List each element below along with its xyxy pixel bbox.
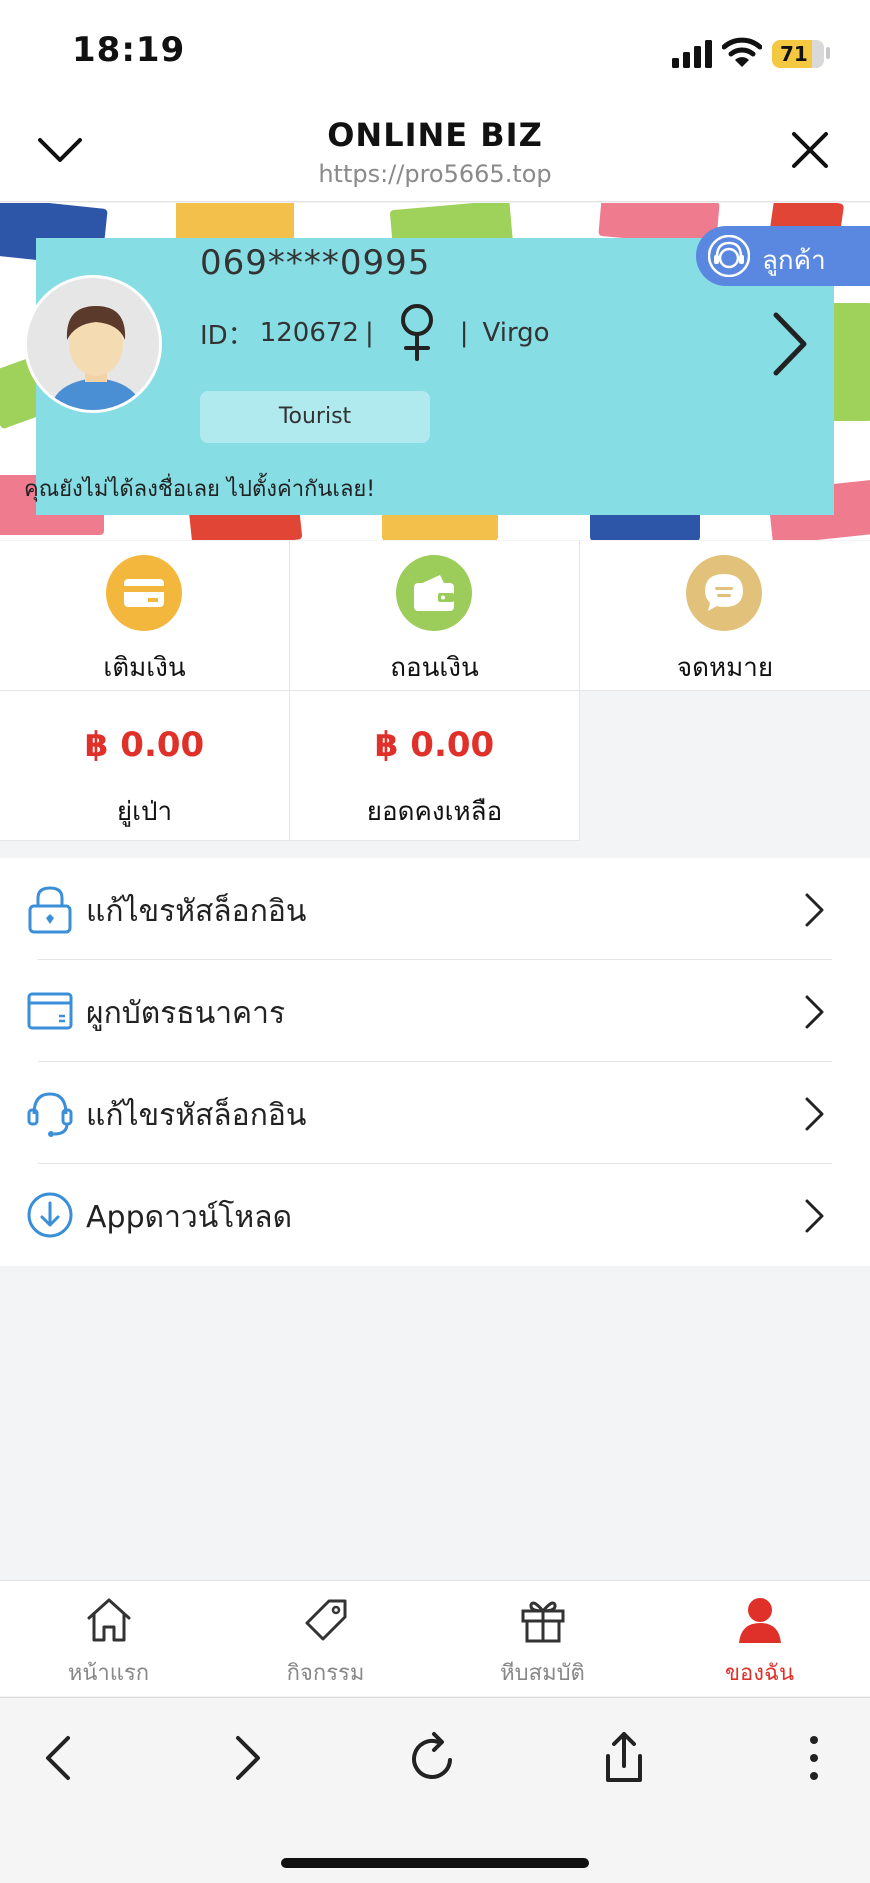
- page-url: https://pro5665.top: [318, 160, 552, 188]
- menu-item-label: Appดาวน์โหลด: [86, 1200, 293, 1235]
- battery-level: 71: [780, 42, 808, 66]
- gift-icon: [521, 1601, 565, 1643]
- remaining-label: ยอดคงเหลือ: [366, 797, 503, 827]
- chevron-right-icon: [805, 1097, 824, 1131]
- share-icon[interactable]: [594, 1728, 654, 1788]
- user-icon: [739, 1598, 781, 1643]
- menu-item-change-login-password[interactable]: แก้ไขรหัสล็อกอิน: [0, 858, 870, 960]
- page-title: ONLINE BIZ: [327, 116, 543, 154]
- download-icon: [27, 1192, 73, 1238]
- topup-label: เติมเงิน: [103, 653, 186, 683]
- menu-item-bind-bank-card[interactable]: ผูกบัตรธนาคาร: [0, 960, 870, 1062]
- back-icon[interactable]: [30, 1728, 90, 1788]
- id-label: ID：: [200, 320, 254, 351]
- yuebao-label: ยู่เป่า: [116, 797, 173, 827]
- chevron-right-icon[interactable]: [770, 309, 810, 379]
- chevron-right-icon: [805, 893, 824, 927]
- tab-activities[interactable]: กิจกรรม: [217, 1581, 434, 1697]
- bank-card-icon: [27, 992, 73, 1030]
- id-line: ID： 120672 | | Virgo: [200, 304, 550, 361]
- customer-service-button[interactable]: ลูกค้า: [696, 226, 870, 286]
- message-icon: [705, 574, 743, 611]
- profile-banner: 069****0995 ID： 120672 | | Virgo Tourist: [0, 203, 870, 540]
- menu-item-label: แก้ไขรหัสล็อกอิน: [86, 1098, 307, 1133]
- chevron-right-icon: [805, 995, 824, 1029]
- separator: |: [364, 318, 374, 348]
- card-icon: [124, 579, 164, 607]
- tab-label: ของฉัน: [724, 1661, 795, 1686]
- home-icon: [87, 1598, 131, 1642]
- lock-icon: [28, 886, 72, 934]
- decor-brick: [176, 203, 294, 241]
- tab-label: กิจกรรม: [286, 1661, 365, 1686]
- mail-button[interactable]: จดหมาย: [580, 541, 870, 691]
- more-options-icon[interactable]: [784, 1728, 844, 1788]
- headset-icon: [27, 1092, 73, 1137]
- customer-service-icon: [708, 235, 750, 277]
- withdraw-label: ถอนเงิน: [390, 653, 479, 683]
- menu-item-support-password[interactable]: แก้ไขรหัสล็อกอิน: [0, 1062, 870, 1164]
- browser-toolbar: [0, 1697, 870, 1883]
- topup-button[interactable]: เติมเงิน: [0, 541, 290, 691]
- remaining-amount: ฿ 0.00: [374, 725, 495, 765]
- yuebao-amount: ฿ 0.00: [84, 725, 205, 765]
- tab-label: หน้าแรก: [67, 1661, 150, 1686]
- id-value: 120672: [259, 318, 359, 348]
- zodiac-sign: Virgo: [482, 318, 550, 348]
- menu-item-label: ผูกบัตรธนาคาร: [86, 996, 286, 1031]
- status-time: 18:19: [72, 30, 186, 70]
- mail-label: จดหมาย: [676, 653, 774, 683]
- browser-header: ONLINE BIZ https://pro5665.top: [0, 100, 870, 202]
- tab-treasure-chest[interactable]: หีบสมบัติ: [434, 1581, 651, 1697]
- signin-notice[interactable]: คุณยังไม่ได้ลงชื่อเลย ไปตั้งค่ากันเลย!: [24, 471, 375, 506]
- withdraw-button[interactable]: ถอนเงิน: [290, 541, 580, 691]
- bottom-tab-bar: หน้าแรก กิจกรรม หีบสมบัติ ของฉัน: [0, 1580, 870, 1696]
- close-icon[interactable]: [788, 128, 832, 172]
- action-grid: เติมเงิน ถอนเงิน จดหมาย ฿ 0.00 ยู่เป่า ฿…: [0, 541, 870, 841]
- balance-yuebao[interactable]: ฿ 0.00 ยู่เป่า: [0, 691, 290, 841]
- tab-mine[interactable]: ของฉัน: [651, 1581, 868, 1697]
- customer-service-label: ลูกค้า: [762, 246, 826, 276]
- menu-item-label: แก้ไขรหัสล็อกอิน: [86, 894, 307, 929]
- status-bar: 18:19 71: [0, 0, 870, 100]
- reload-icon[interactable]: [404, 1728, 464, 1788]
- menu-item-app-download[interactable]: Appดาวน์โหลด: [0, 1164, 870, 1266]
- battery-icon: 71: [772, 40, 824, 68]
- balance-remaining[interactable]: ฿ 0.00 ยอดคงเหลือ: [290, 691, 580, 841]
- tab-label: หีบสมบัติ: [500, 1661, 585, 1686]
- forward-icon[interactable]: [216, 1728, 276, 1788]
- wifi-icon: [722, 37, 762, 67]
- avatar[interactable]: [24, 275, 162, 413]
- home-indicator: [281, 1858, 589, 1868]
- phone-number: 069****0995: [200, 243, 431, 283]
- wallet-icon: [414, 575, 454, 611]
- level-badge: Tourist: [200, 391, 430, 443]
- female-icon: [400, 304, 433, 361]
- chevron-right-icon: [805, 1199, 824, 1233]
- settings-menu: แก้ไขรหัสล็อกอิน ผูกบัตรธนาคาร แก้ไขรหัส…: [0, 858, 870, 1266]
- tab-home[interactable]: หน้าแรก: [0, 1581, 217, 1697]
- cellular-signal-icon: [672, 40, 712, 68]
- avatar-man-icon: [27, 278, 159, 410]
- tag-icon: [305, 1599, 347, 1641]
- page: 18:19 71 ONLINE BIZ https://pro5665.top: [0, 0, 870, 1883]
- separator: |: [459, 318, 469, 348]
